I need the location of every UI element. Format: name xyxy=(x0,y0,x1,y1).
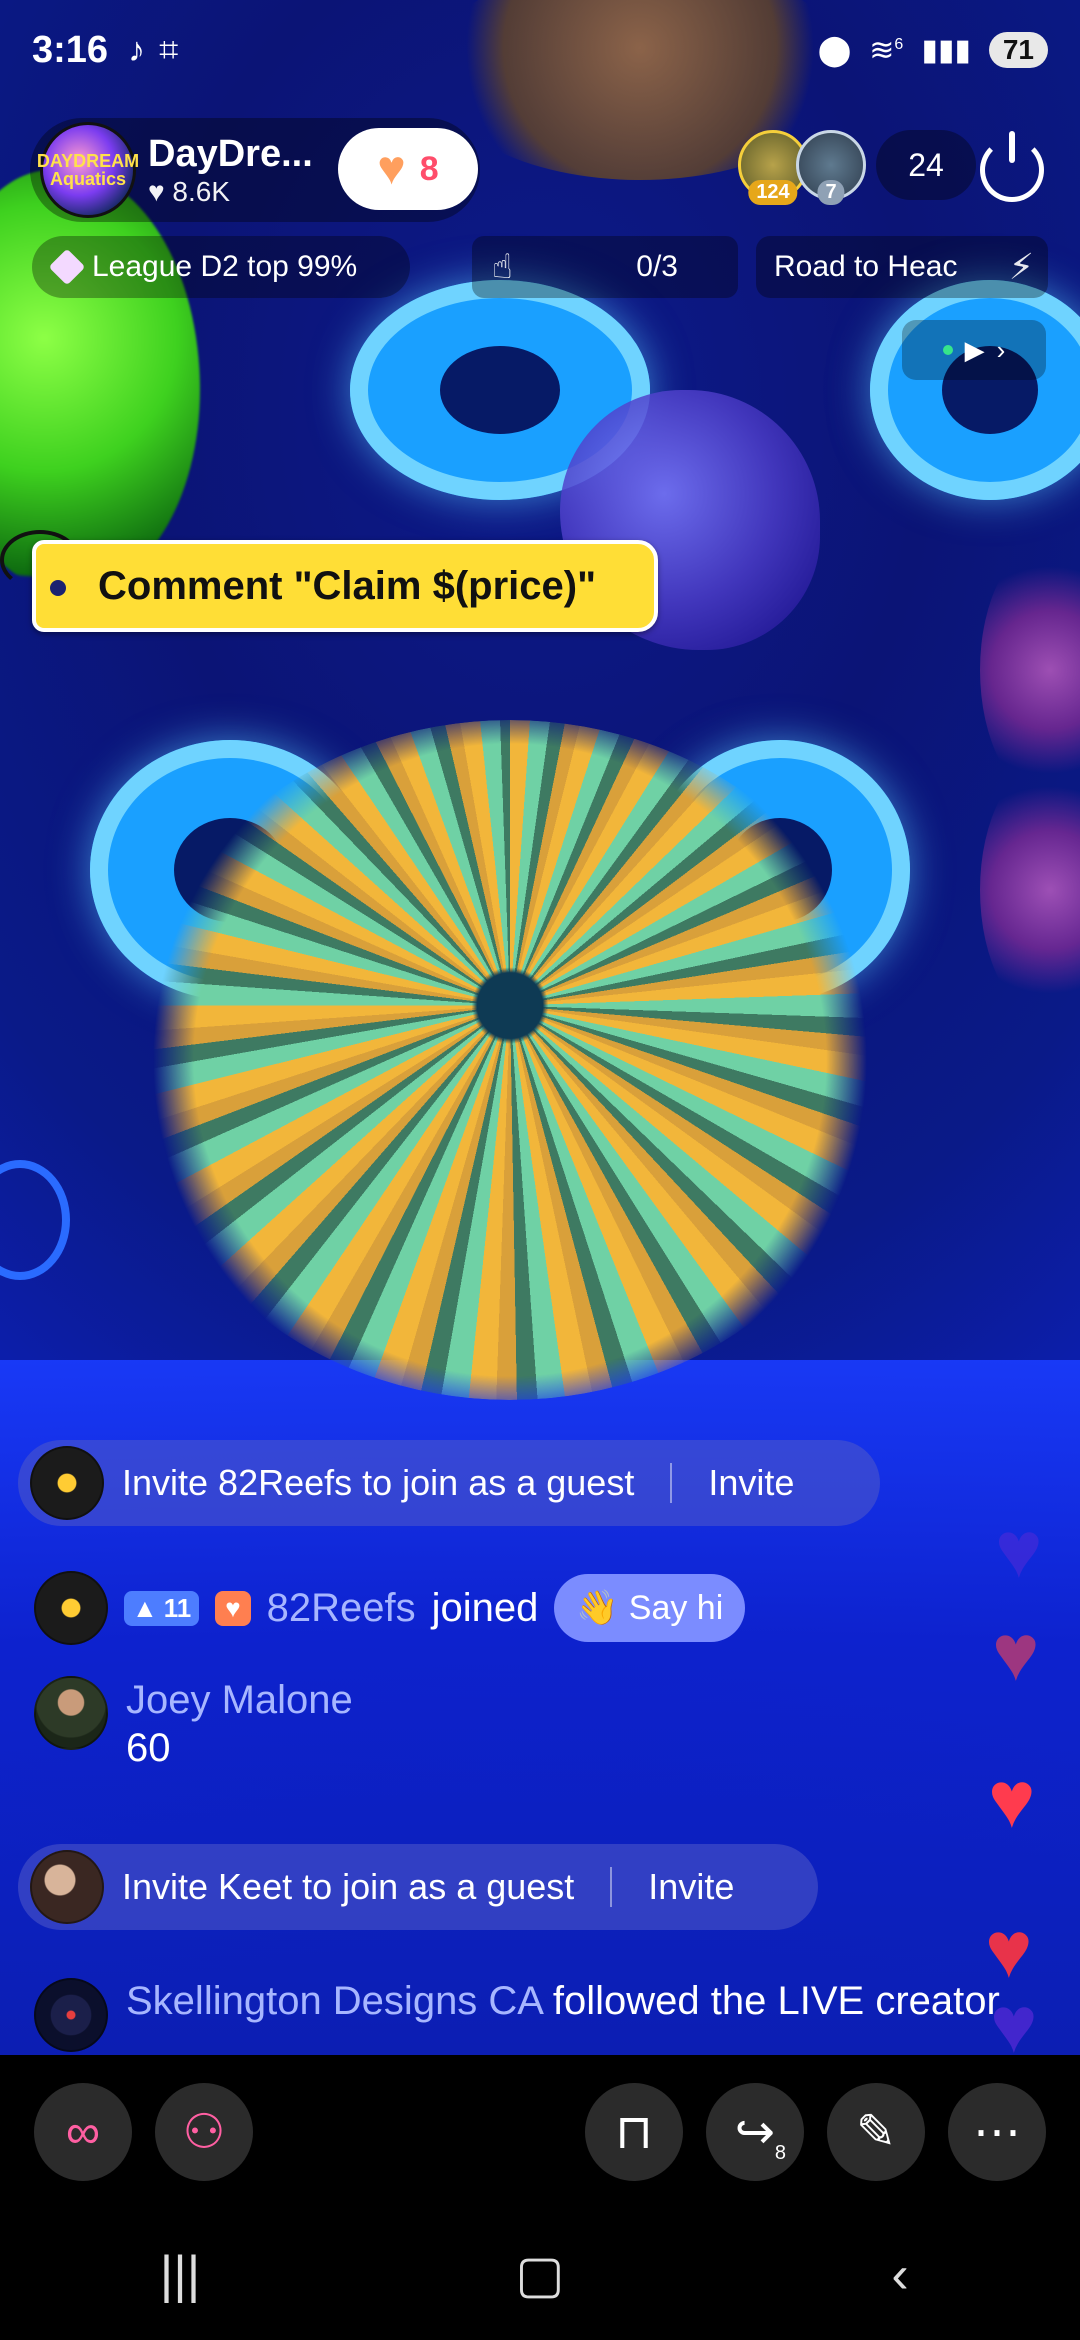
goal-value: 0/3 xyxy=(636,250,678,283)
power-icon[interactable] xyxy=(980,138,1044,202)
followed-body: Skellington Designs CA followed the LIVE… xyxy=(126,1978,1000,2024)
avatar[interactable] xyxy=(30,1850,104,1924)
floating-heart-icon: ♥ xyxy=(990,1980,1038,2069)
road-pill[interactable]: Road to Heac ⚡ xyxy=(756,236,1048,298)
joined-text: joined xyxy=(431,1585,539,1630)
triangle-icon: ▲ xyxy=(132,1592,158,1623)
host-avatar[interactable]: DAYDREAM Aquatics xyxy=(37,122,139,218)
host-likes-count: 8.6K xyxy=(172,175,231,207)
floating-heart-icon: ♥ xyxy=(985,1905,1033,1994)
invite-card[interactable]: Invite Keet to join as a guest Invite xyxy=(18,1844,818,1930)
share-count: 8 xyxy=(774,2142,786,2164)
video-icon: ▶ xyxy=(964,334,985,365)
windmill-icon: ⚡ xyxy=(1008,246,1034,287)
location-icon: ⬤ xyxy=(817,33,852,67)
status-icons-left: ♪ ⌗ xyxy=(128,31,178,70)
invite-button[interactable]: Invite xyxy=(648,1866,734,1908)
system-nav-bar: ||| ▢ ‹ xyxy=(0,2210,1080,2340)
username[interactable]: Skellington Designs CA xyxy=(126,1979,542,2023)
invite-button[interactable]: Invite xyxy=(708,1462,794,1504)
chevron-right-icon: › xyxy=(996,334,1006,365)
claim-comment-tag[interactable]: Comment "Claim $(price)" xyxy=(32,540,658,632)
fan-badge-icon: ♥ xyxy=(215,1590,251,1626)
wave-icon: 👋 xyxy=(576,1589,619,1627)
invite-card[interactable]: Invite 82Reefs to join as a guest Invite xyxy=(18,1440,880,1526)
floating-heart-icon: ♥ xyxy=(995,1505,1043,1594)
more-icon[interactable]: ⋯ xyxy=(948,2083,1046,2181)
chat-message-body: Joey Malone 60 xyxy=(126,1676,353,1772)
avatar[interactable] xyxy=(34,1571,108,1645)
live-dot-icon xyxy=(942,345,953,355)
battery-icon: 71 xyxy=(988,32,1048,68)
viewer-rank-badge: 124 xyxy=(748,180,798,205)
say-hi-button[interactable]: 👋 Say hi xyxy=(554,1574,746,1642)
followed-message: Skellington Designs CA followed the LIVE… xyxy=(34,1978,1034,2055)
floating-heart-icon: ♥ xyxy=(992,1608,1040,1697)
joined-message: ▲ 11 ♥ 82Reefs joined 👋 Say hi xyxy=(34,1571,746,1645)
camera-pill[interactable]: ▶ › xyxy=(902,320,1046,380)
invite-text: Invite Keet to join as a guest xyxy=(122,1866,575,1907)
share-icon[interactable]: ↪ 8 xyxy=(706,2083,804,2181)
divider xyxy=(610,1867,613,1907)
diamond-icon xyxy=(48,248,86,286)
tag-hole xyxy=(50,580,66,596)
username[interactable]: 82Reefs xyxy=(267,1586,416,1631)
link-icon[interactable]: ∞ xyxy=(34,2083,132,2181)
league-text: League D2 top 99% xyxy=(92,250,358,283)
wifi-icon: ≋6 xyxy=(869,33,904,67)
heart-icon: ♥ xyxy=(377,142,406,195)
recents-icon[interactable]: ||| xyxy=(120,2215,240,2335)
top-viewer-avatar[interactable]: 7 xyxy=(796,130,866,205)
avatar[interactable] xyxy=(34,1978,108,2052)
divider xyxy=(670,1463,673,1503)
host-name: DayDre... xyxy=(148,132,313,175)
host-info: DayDre... ♥ 8.6K xyxy=(148,133,313,208)
screenshot-icon: ⌗ xyxy=(159,30,179,69)
status-bar: 3:16 ♪ ⌗ ⬤ ≋6 ▮▮▮ 71 xyxy=(0,0,1080,100)
coral-zoa xyxy=(980,540,1080,800)
shopping-bag-icon[interactable]: ⊓ xyxy=(585,2083,683,2181)
coral-main xyxy=(130,720,890,1400)
goal-pill[interactable]: ☝ 0/3 xyxy=(472,236,738,298)
signal-icon: ▮▮▮ xyxy=(921,33,971,67)
frag-plug xyxy=(870,280,1080,500)
road-text: Road to Heac xyxy=(774,250,958,283)
say-hi-label: Say hi xyxy=(628,1588,724,1627)
bottom-toolbar: ∞ ⚇ ⊓ ↪ 8 ✎ ⋯ xyxy=(0,2055,1080,2210)
claim-tag-text: Comment "Claim $(price)" xyxy=(98,563,597,608)
message-text: 60 xyxy=(126,1726,171,1770)
people-icon[interactable]: ⚇ xyxy=(155,2083,253,2181)
viewer-rank-badge: 7 xyxy=(817,180,845,205)
viewer-count[interactable]: 24 xyxy=(876,130,976,200)
avatar[interactable] xyxy=(30,1446,104,1520)
floating-heart-icon: ♥ xyxy=(988,1755,1036,1844)
top-viewers[interactable]: 124 7 24 xyxy=(738,130,976,205)
home-icon[interactable]: ▢ xyxy=(480,2215,600,2335)
followed-text: followed the LIVE creator xyxy=(552,1979,1000,2023)
heart-icon: ♥ xyxy=(148,175,165,207)
username[interactable]: Joey Malone xyxy=(126,1676,353,1724)
tiktok-icon: ♪ xyxy=(128,30,146,69)
status-time: 3:16 xyxy=(32,28,109,71)
league-pill[interactable]: League D2 top 99% xyxy=(32,236,410,298)
level-badge: ▲ 11 xyxy=(124,1590,200,1626)
avatar[interactable] xyxy=(34,1676,108,1750)
coral-zoa xyxy=(980,760,1080,1020)
chat-message: Joey Malone 60 xyxy=(34,1676,353,1772)
follow-count: 8 xyxy=(419,149,439,188)
coral-green xyxy=(0,170,200,590)
back-icon[interactable]: ‹ xyxy=(840,2215,960,2335)
host-likes: ♥ 8.6K xyxy=(148,176,313,208)
ring-decoration xyxy=(0,1160,70,1280)
hand-icon: ☝ xyxy=(492,248,513,286)
level-value: 11 xyxy=(163,1592,192,1623)
magic-wand-icon[interactable]: ✎ xyxy=(827,2083,925,2181)
wifi-label: 6 xyxy=(894,35,904,53)
invite-text: Invite 82Reefs to join as a guest xyxy=(122,1462,635,1503)
status-icons-right: ⬤ ≋6 ▮▮▮ 71 xyxy=(818,32,1048,68)
follow-button[interactable]: ♥ 8 xyxy=(338,128,478,210)
